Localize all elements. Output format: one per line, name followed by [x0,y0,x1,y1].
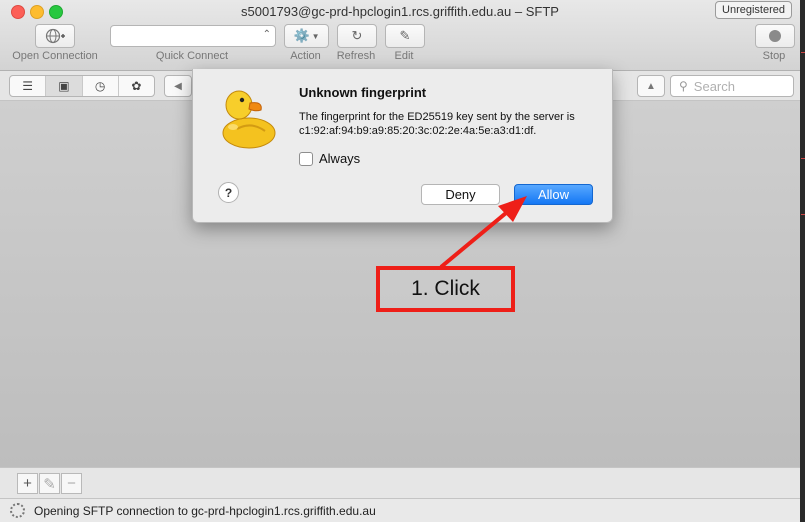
stop-icon [769,30,781,42]
unregistered-badge[interactable]: Unregistered [715,1,792,19]
stop-label: Stop [762,50,786,62]
chevron-down-icon: ▼ [311,31,320,41]
status-text: Opening SFTP connection to gc-prd-hpclog… [34,503,376,518]
dialog-title: Unknown fingerprint [299,85,427,100]
open-connection-button[interactable] [35,24,75,48]
edit-button[interactable]: ✎ [385,24,425,48]
back-button[interactable]: ◀ [164,75,192,97]
spinner-icon [10,503,25,518]
action-label: Action [290,50,321,62]
chevron-down-icon: ⌃ [262,29,271,40]
dialog-message: The fingerprint for the ED25519 key sent… [299,111,575,137]
clock-icon[interactable]: ◷ [83,76,119,96]
window-title: s5001793@gc-prd-hpclogin1.rcs.griffith.e… [241,4,559,19]
search-field[interactable]: ⚲ Search [670,75,794,97]
up-arrow-icon: ▲ [646,80,656,92]
parent-directory-button[interactable]: ▲ [637,75,665,97]
open-connection-label: Open Connection [12,50,98,62]
pencil-icon: ✎ [399,28,411,43]
plus-icon[interactable]: + [17,473,38,494]
edge-mark [801,214,805,215]
bookmark-icon[interactable]: ▣ [46,76,83,96]
sftp-window: s5001793@gc-prd-hpclogin1.rcs.griffith.e… [0,0,800,522]
quick-connect-combobox[interactable]: ⌃ [110,25,276,47]
pencil-icon[interactable]: ✎ [39,473,60,494]
browser-view-selector[interactable]: ☰ ▣ ◷ ✿ [9,75,155,97]
refresh-button[interactable]: ↻ [337,24,377,48]
action-button[interactable]: ⚙️ ▼ [284,24,329,48]
gear-icon: ⚙️ [293,28,310,43]
allow-button[interactable]: Allow [514,184,593,205]
back-arrow-icon: ◀ [174,80,182,92]
annotation-callout: 1. Click [376,266,515,312]
always-checkbox[interactable]: Always [299,151,360,166]
checkbox-box[interactable] [299,151,313,166]
search-icon: ⚲ [679,79,688,93]
status-bar: Opening SFTP connection to gc-prd-hpclog… [0,498,800,522]
search-placeholder: Search [693,78,735,94]
deny-button[interactable]: Deny [421,184,500,205]
outline-icon[interactable]: ☰ [10,76,47,96]
unknown-fingerprint-dialog: Unknown fingerprint The fingerprint for … [192,69,613,223]
bonjour-icon[interactable]: ✿ [119,76,154,96]
edit-label: Edit [394,50,414,62]
title-bar: s5001793@gc-prd-hpclogin1.rcs.griffith.e… [0,0,800,71]
quick-connect-label: Quick Connect [155,50,229,62]
refresh-label: Refresh [336,50,376,62]
refresh-icon: ↻ [351,28,363,43]
bottom-bar: + ✎ − [0,467,800,498]
duck-logo-icon [222,90,276,149]
edge-mark [801,52,805,53]
globe-plus-icon [45,28,65,44]
edge-mark [801,158,805,159]
minus-icon[interactable]: − [61,473,82,494]
always-checkbox-label: Always [319,151,361,166]
stop-button[interactable] [755,24,795,48]
help-button[interactable]: ? [218,182,239,203]
